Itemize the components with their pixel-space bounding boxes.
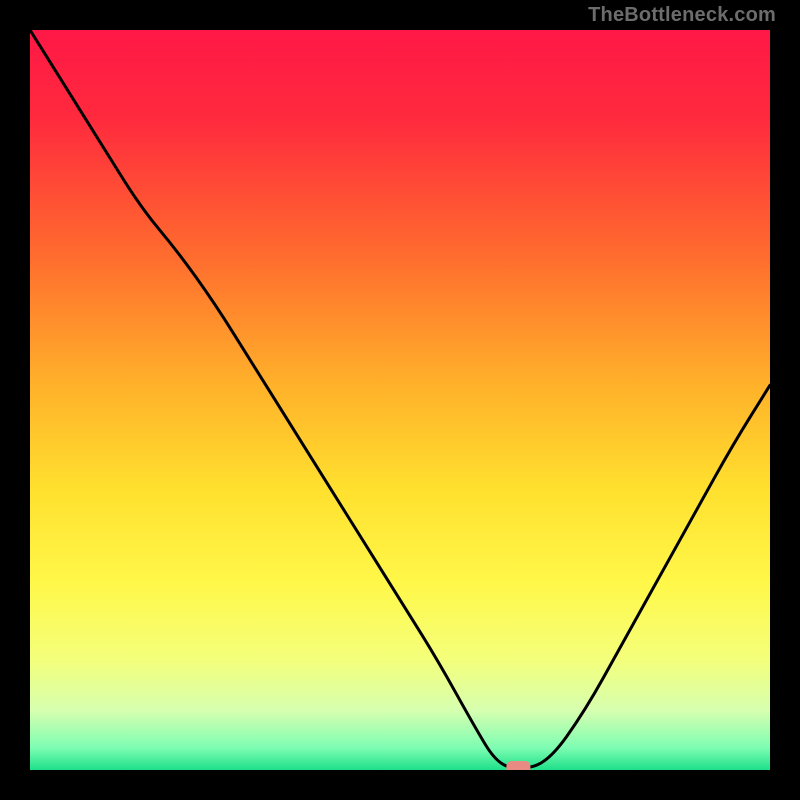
chart-frame: TheBottleneck.com — [0, 0, 800, 800]
chart-plot-area — [30, 30, 770, 770]
optimal-marker — [506, 761, 530, 770]
chart-background-gradient — [30, 30, 770, 770]
watermark-text: TheBottleneck.com — [588, 4, 776, 27]
chart-svg — [30, 30, 770, 770]
